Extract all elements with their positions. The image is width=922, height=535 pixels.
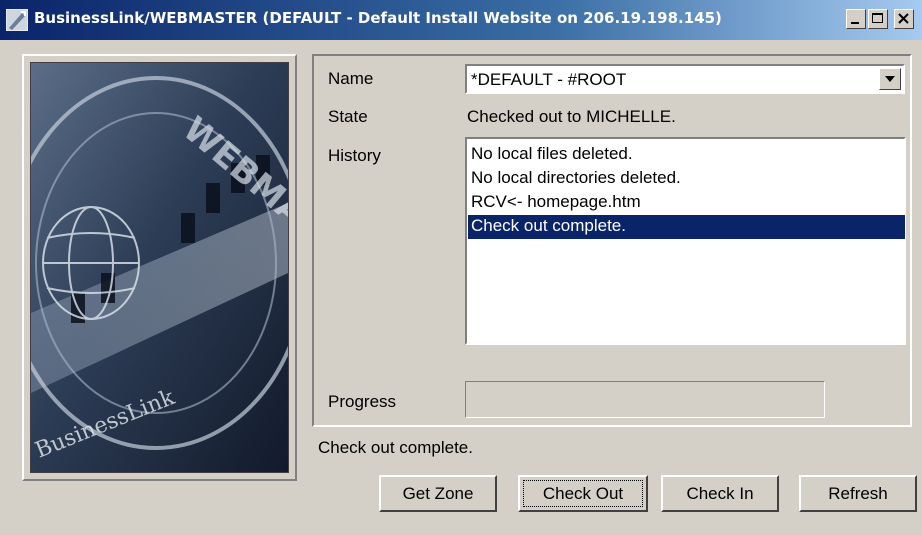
name-combobox[interactable]: *DEFAULT - #ROOT — [465, 64, 905, 94]
name-combobox-value: *DEFAULT - #ROOT — [471, 70, 627, 89]
state-value: Checked out to MICHELLE. — [467, 107, 676, 126]
history-list-item[interactable]: No local directories deleted. — [468, 167, 905, 191]
title-bar[interactable]: BusinessLink/WEBMASTER (DEFAULT - Defaul… — [0, 0, 922, 40]
maximize-button[interactable] — [868, 9, 888, 29]
get-zone-button[interactable]: Get Zone — [379, 475, 497, 512]
dropdown-button[interactable] — [879, 68, 901, 90]
window-title: BusinessLink/WEBMASTER (DEFAULT - Defaul… — [34, 9, 722, 27]
app-icon — [6, 9, 28, 31]
history-listbox[interactable]: No local files deleted. No local directo… — [465, 137, 906, 345]
get-zone-button-label: Get Zone — [402, 484, 474, 503]
close-button[interactable] — [894, 9, 914, 29]
status-text: Check out complete. — [318, 438, 473, 457]
minimize-icon — [851, 22, 859, 24]
webmaster-logo-image: WEBMASTER BusinessLink — [30, 62, 289, 473]
history-list-item[interactable]: RCV<- homepage.htm — [468, 191, 905, 215]
close-icon — [898, 13, 909, 24]
history-list-item[interactable]: No local files deleted. — [468, 143, 905, 167]
check-out-button[interactable]: Check Out — [518, 475, 648, 512]
chevron-down-icon — [885, 76, 895, 82]
state-label: State — [328, 107, 368, 126]
minimize-button[interactable] — [846, 9, 866, 29]
maximize-icon — [872, 13, 883, 23]
check-in-button[interactable]: Check In — [661, 475, 779, 512]
progress-bar — [465, 381, 825, 418]
logo-image-panel: WEBMASTER BusinessLink — [22, 54, 297, 481]
check-out-button-label: Check Out — [542, 484, 624, 503]
refresh-button[interactable]: Refresh — [799, 475, 917, 512]
history-list-item-selected[interactable]: Check out complete. — [468, 215, 905, 239]
refresh-button-label: Refresh — [828, 484, 888, 503]
progress-label: Progress — [328, 392, 397, 411]
history-label: History — [328, 146, 381, 165]
check-in-button-label: Check In — [686, 484, 754, 503]
name-label: Name — [328, 69, 374, 88]
